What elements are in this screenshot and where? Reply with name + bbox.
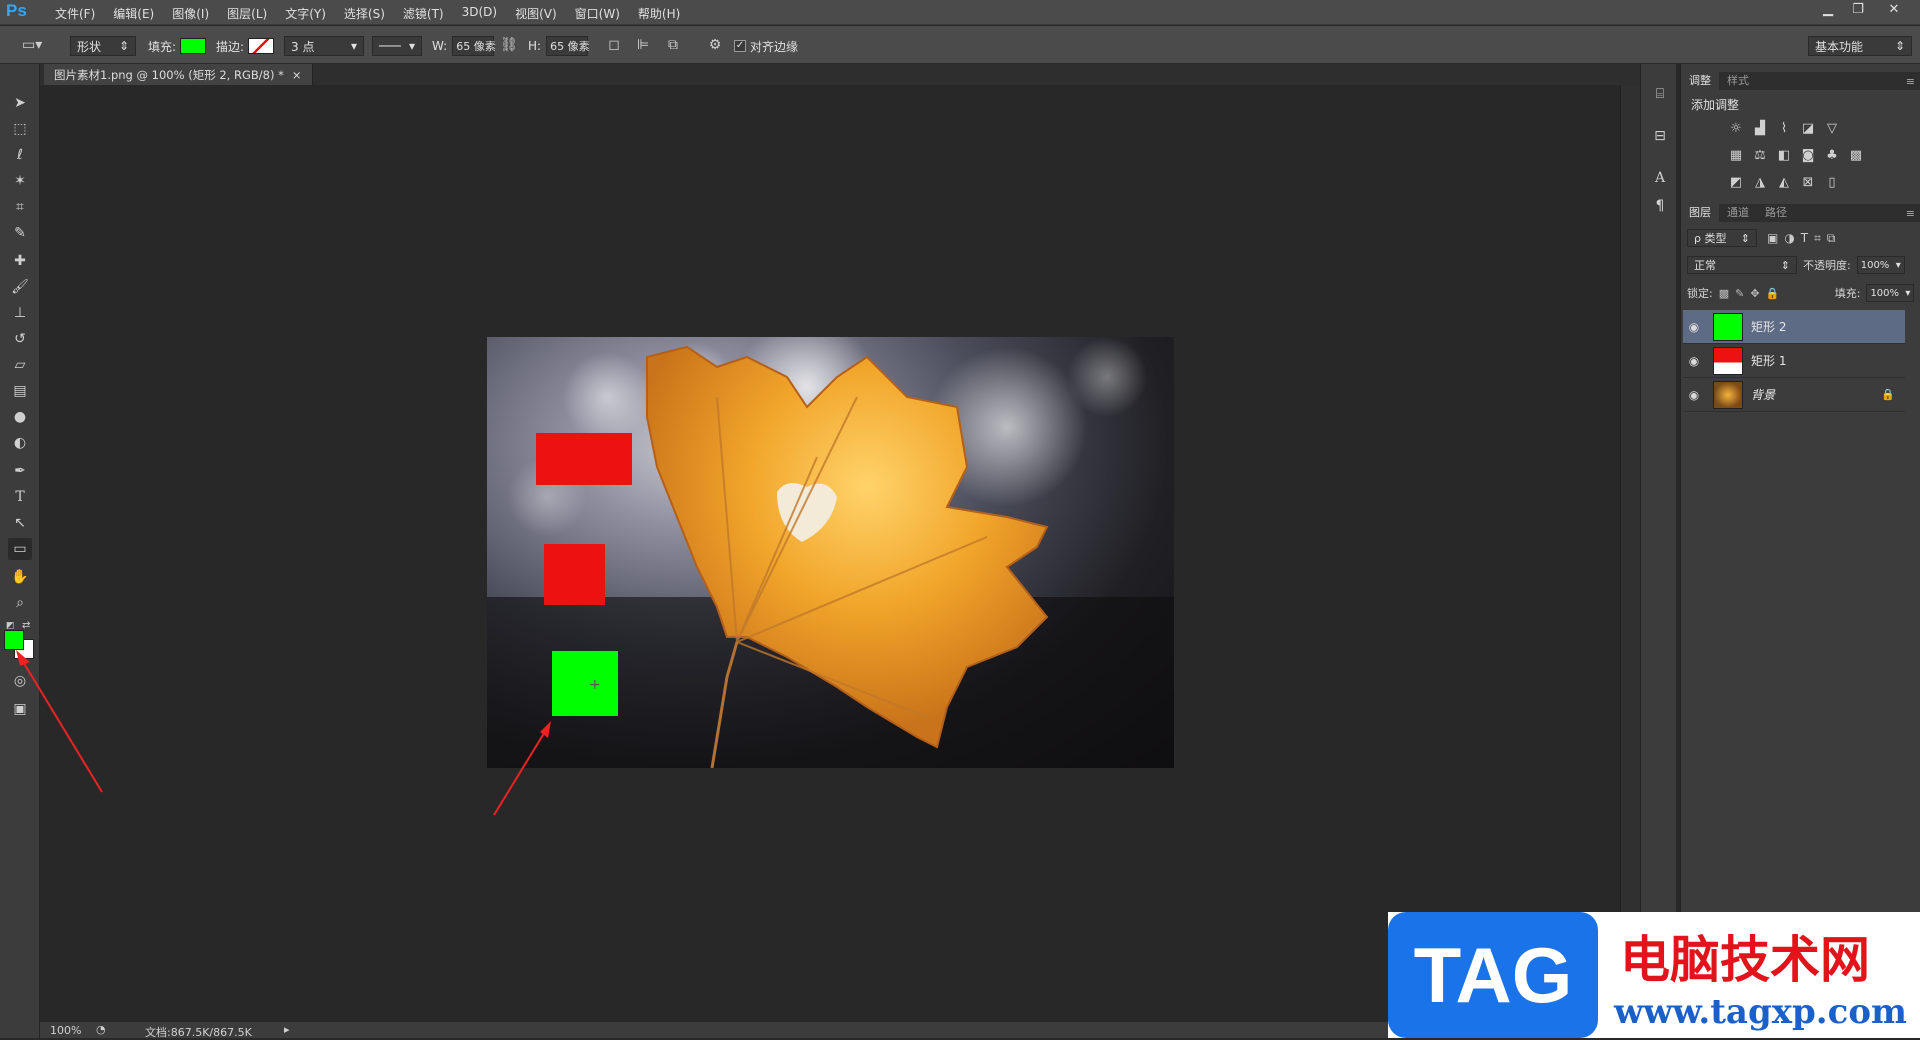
layer-filter-select[interactable]: ρ 类型 ⇕: [1687, 229, 1757, 247]
eye-icon[interactable]: ◉: [1683, 320, 1705, 334]
tab-adjustments[interactable]: 调整: [1681, 72, 1719, 90]
adjustment-icons-row-3: ◩ ◮ ◭ ⊠ ▯: [1727, 174, 1841, 192]
invert-icon[interactable]: ◩: [1727, 174, 1745, 192]
layer-filter-icons[interactable]: ▣◑T⌗⧉: [1767, 231, 1841, 246]
updown-icon: ⇕: [1780, 258, 1790, 272]
properties-panel-icon[interactable]: ⊟: [1650, 126, 1670, 146]
fill-opacity-input[interactable]: 100% ▾: [1866, 284, 1915, 302]
tab-channels[interactable]: 通道: [1719, 204, 1757, 222]
photo-filter-icon[interactable]: ◙: [1799, 147, 1817, 165]
vibrance-icon[interactable]: ▽: [1823, 120, 1841, 138]
levels-icon[interactable]: ▟: [1751, 120, 1769, 138]
fill-opacity-value: 100%: [1870, 287, 1900, 299]
hue-saturation-icon[interactable]: ▦: [1727, 147, 1745, 165]
layer-row-background[interactable]: ◉ 背景 🔒: [1683, 378, 1905, 412]
dropdown-icon: ▾: [1895, 259, 1901, 271]
zoom-level[interactable]: 100%: [50, 1024, 81, 1037]
opacity-input[interactable]: 100% ▾: [1856, 256, 1905, 274]
threshold-icon[interactable]: ◭: [1775, 174, 1793, 192]
layers-panel-tabs: 图层 通道 路径 ≡: [1681, 204, 1920, 222]
adjustment-icons-row-1: ☼ ▟ ⌇ ◪ ▽: [1727, 120, 1841, 138]
layer-name[interactable]: 背景: [1751, 386, 1775, 403]
collapsed-panels-strip: ⌸ ⊟ A ¶: [1640, 64, 1676, 1038]
watermark-logo-text: TAG: [1413, 930, 1573, 1019]
adjustments-panel-tabs: 调整 样式 ≡: [1681, 72, 1920, 90]
vertical-scrollbar[interactable]: [1620, 85, 1640, 1022]
curves-icon[interactable]: ⌇: [1775, 120, 1793, 138]
paragraph-panel-icon[interactable]: ¶: [1650, 196, 1670, 216]
selective-color-icon[interactable]: ⊠: [1799, 174, 1817, 192]
opacity-value: 100%: [1860, 259, 1890, 271]
fill-opacity-label: 填充:: [1834, 287, 1861, 300]
layer-name[interactable]: 矩形 2: [1751, 318, 1786, 335]
posterize-icon[interactable]: ◮: [1751, 174, 1769, 192]
lock-icons[interactable]: ▩✎✥🔒: [1719, 287, 1829, 300]
updown-icon: ⇕: [1740, 231, 1750, 245]
brightness-icon[interactable]: ☼: [1727, 120, 1745, 138]
opacity-label: 不透明度:: [1803, 259, 1851, 272]
dropdown-icon: ▾: [1905, 287, 1911, 299]
layer-thumbnail: [1713, 380, 1743, 409]
history-panel-icon[interactable]: ⌸: [1650, 84, 1670, 104]
character-panel-icon[interactable]: A: [1650, 168, 1670, 188]
panel-menu-icon[interactable]: ≡: [1906, 75, 1920, 88]
lock-icon[interactable]: 🔒: [1881, 388, 1895, 401]
right-panels: 调整 样式 ≡ 添加调整 ☼ ▟ ⌇ ◪ ▽ ▦ ⚖ ◧ ◙ ♣ ▩ ◩ ◮ ◭…: [1680, 64, 1920, 1038]
blend-mode-value: 正常: [1694, 259, 1716, 272]
tab-paths[interactable]: 路径: [1757, 204, 1795, 222]
arrow-head-1: [16, 650, 30, 666]
gradient-map-icon[interactable]: ▯: [1823, 174, 1841, 192]
color-balance-icon[interactable]: ⚖: [1751, 147, 1769, 165]
layer-thumbnail: [1713, 346, 1743, 375]
status-info-icon[interactable]: ◔: [96, 1023, 106, 1036]
blend-mode-select[interactable]: 正常 ⇕: [1687, 256, 1797, 274]
color-lookup-icon[interactable]: ▩: [1847, 147, 1865, 165]
adjustments-title: 添加调整: [1691, 98, 1740, 112]
layer-filter-value: ρ 类型: [1694, 232, 1727, 245]
watermark-logo: TAG: [1388, 912, 1598, 1038]
black-white-icon[interactable]: ◧: [1775, 147, 1793, 165]
layer-row-rect-2[interactable]: ◉ 矩形 2: [1683, 310, 1905, 344]
tab-layers[interactable]: 图层: [1681, 204, 1719, 222]
watermark: TAG 电脑技术网 www.tagxp.com: [1388, 912, 1920, 1038]
watermark-site-name: 电脑技术网: [1620, 931, 1870, 989]
eye-icon[interactable]: ◉: [1683, 354, 1705, 368]
layer-row-rect-1[interactable]: ◉ 矩形 1: [1683, 344, 1905, 378]
channel-mixer-icon[interactable]: ♣: [1823, 147, 1841, 165]
layer-name[interactable]: 矩形 1: [1751, 352, 1786, 369]
watermark-url: www.tagxp.com: [1614, 992, 1907, 1032]
tab-styles[interactable]: 样式: [1719, 72, 1757, 90]
adjustment-icons-row-2: ▦ ⚖ ◧ ◙ ♣ ▩: [1727, 147, 1865, 165]
panel-menu-icon[interactable]: ≡: [1906, 207, 1920, 220]
layer-thumbnail: [1713, 312, 1743, 341]
status-menu-arrow-icon[interactable]: ▸: [284, 1023, 290, 1036]
exposure-icon[interactable]: ◪: [1799, 120, 1817, 138]
lock-label: 锁定:: [1687, 287, 1713, 300]
eye-icon[interactable]: ◉: [1683, 388, 1705, 402]
